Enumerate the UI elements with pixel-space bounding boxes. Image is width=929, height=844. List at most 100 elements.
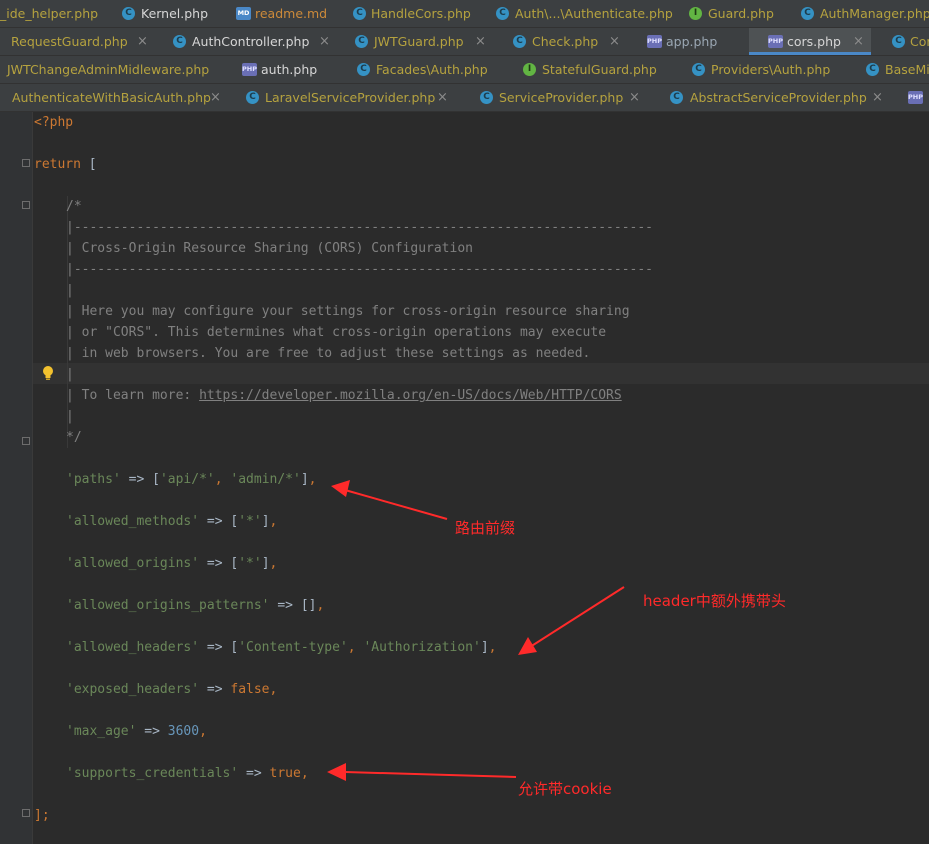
annotation-header-extra: header中额外携带头 bbox=[643, 592, 786, 610]
tab-label: ServiceProvider.php bbox=[499, 90, 624, 105]
comment-text: | To learn more: bbox=[66, 388, 200, 403]
php-file-icon bbox=[647, 35, 662, 48]
tab-providers-auth[interactable]: Providers\Auth.php bbox=[680, 56, 858, 83]
value: 'api/*' bbox=[159, 472, 215, 487]
class-icon bbox=[355, 35, 368, 48]
comment-line: |---------------------------------------… bbox=[66, 220, 653, 235]
php-file-icon bbox=[768, 35, 783, 48]
tab-label: auth.php bbox=[261, 62, 318, 77]
interface-icon bbox=[689, 7, 702, 20]
tab-cor-overflow[interactable]: Cor bbox=[874, 28, 929, 55]
tab-abstract-service-provider[interactable]: AbstractServiceProvider.php × bbox=[650, 84, 888, 111]
fold-marker-icon[interactable] bbox=[22, 201, 30, 209]
arrow-op: => bbox=[199, 640, 231, 655]
php-open-tag: <?php bbox=[34, 115, 74, 130]
tab-readme[interactable]: readme.md bbox=[230, 0, 342, 27]
comment-line: | Here you may configure your settings f… bbox=[66, 304, 630, 319]
tab-authenticate[interactable]: Auth\...\Authenticate.php bbox=[491, 0, 681, 27]
tab-label: cors.php bbox=[787, 34, 841, 49]
close-icon[interactable]: × bbox=[319, 28, 330, 55]
fold-marker-icon[interactable] bbox=[22, 809, 30, 817]
code-editor[interactable]: <?php return [ /* |---------------------… bbox=[0, 112, 929, 844]
config-allowed-headers: 'allowed_headers' => ['Content-type', 'A… bbox=[66, 640, 497, 655]
key: 'exposed_headers' bbox=[66, 682, 200, 697]
config-allowed-origins-patterns: 'allowed_origins_patterns' => [], bbox=[66, 598, 325, 613]
tab-label: app.php bbox=[666, 34, 718, 49]
comment-line-learn-more: | To learn more: https://developer.mozil… bbox=[66, 385, 622, 406]
arrow-op: => bbox=[269, 598, 301, 613]
tab-row-2: RequestGuard.php × AuthController.php × … bbox=[0, 28, 929, 56]
code-line-1: <?php bbox=[34, 112, 73, 133]
tab-app[interactable]: app.php bbox=[628, 28, 746, 55]
tab-check[interactable]: Check.php × bbox=[495, 28, 625, 55]
config-allowed-origins: 'allowed_origins' => ['*'], bbox=[66, 556, 278, 571]
tab-label: StatefulGuard.php bbox=[542, 62, 657, 77]
docs-link[interactable]: https://developer.mozilla.org/en-US/docs… bbox=[199, 388, 622, 403]
comment-line: | bbox=[66, 409, 74, 424]
tab-handle-cors[interactable]: HandleCors.php bbox=[346, 0, 486, 27]
tab-label: Check.php bbox=[532, 34, 599, 49]
tab-label: _ide_helper.php bbox=[0, 6, 99, 21]
comment-line: | in web browsers. You are free to adjus… bbox=[66, 346, 591, 361]
config-allowed-methods: 'allowed_methods' => ['*'], bbox=[66, 514, 278, 529]
class-icon bbox=[480, 91, 493, 104]
value: 'Authorization' bbox=[363, 640, 481, 655]
key: 'allowed_headers' bbox=[66, 640, 200, 655]
value: true bbox=[269, 766, 301, 781]
value: 'Content-type' bbox=[238, 640, 348, 655]
caret-line-highlight bbox=[33, 363, 929, 384]
tab-label: RequestGuard.php bbox=[11, 34, 128, 49]
comment-line: | Cross-Origin Resource Sharing (CORS) C… bbox=[66, 241, 473, 256]
close-icon[interactable]: × bbox=[872, 84, 883, 111]
tab-row-3: JWTChangeAdminMidleware.php auth.php Fac… bbox=[0, 56, 929, 84]
close-icon[interactable]: × bbox=[437, 84, 448, 111]
tab-label: AuthenticateWithBasicAuth.php bbox=[12, 90, 211, 105]
close-icon[interactable]: × bbox=[137, 28, 148, 55]
tab-ide-helper[interactable]: _ide_helper.php bbox=[0, 0, 110, 27]
tab-request-guard[interactable]: RequestGuard.php × bbox=[0, 28, 155, 55]
annotation-allow-cookie: 允许带cookie bbox=[518, 780, 612, 798]
close-icon[interactable]: × bbox=[853, 28, 864, 55]
close-icon[interactable]: × bbox=[609, 28, 620, 55]
close-icon[interactable]: × bbox=[475, 28, 486, 55]
tab-label: AuthController.php bbox=[192, 34, 310, 49]
tab-label: LaravelServiceProvider.php bbox=[265, 90, 436, 105]
value: false bbox=[230, 682, 270, 697]
tab-jwt-change-admin[interactable]: JWTChangeAdminMidleware.php bbox=[0, 56, 225, 83]
tab-guard[interactable]: Guard.php bbox=[684, 0, 790, 27]
class-icon bbox=[801, 7, 814, 20]
tab-label: BaseMi bbox=[885, 62, 929, 77]
tab-basemi-overflow[interactable]: BaseMi bbox=[861, 56, 929, 83]
tab-laravel-service-provider[interactable]: LaravelServiceProvider.php × bbox=[228, 84, 456, 111]
tab-authenticate-basic[interactable]: AuthenticateWithBasicAuth.php × bbox=[0, 84, 225, 111]
fold-marker-icon[interactable] bbox=[22, 437, 30, 445]
class-icon bbox=[173, 35, 186, 48]
fold-marker-icon[interactable] bbox=[22, 159, 30, 167]
tab-label: JWTGuard.php bbox=[374, 34, 464, 49]
tab-service-provider[interactable]: ServiceProvider.php × bbox=[459, 84, 647, 111]
arrow-op: => bbox=[199, 682, 231, 697]
tab-auth-manager[interactable]: AuthManager.php bbox=[794, 0, 929, 27]
tab-label: readme.md bbox=[255, 6, 328, 21]
tab-label: AbstractServiceProvider.php bbox=[690, 90, 867, 105]
code-close: ]; bbox=[34, 808, 50, 823]
class-icon bbox=[357, 63, 370, 76]
tab-jwt-guard[interactable]: JWTGuard.php × bbox=[355, 28, 492, 55]
open-bracket: [ bbox=[80, 157, 97, 172]
lightbulb-icon[interactable] bbox=[42, 365, 54, 381]
tab-auth[interactable]: auth.php bbox=[228, 56, 343, 83]
tab-php-overflow[interactable] bbox=[891, 84, 929, 111]
tab-auth-controller[interactable]: AuthController.php × bbox=[158, 28, 352, 55]
tab-label: JWTChangeAdminMidleware.php bbox=[7, 62, 210, 77]
close-icon[interactable]: × bbox=[210, 84, 221, 111]
tab-stateful-guard[interactable]: StatefulGuard.php bbox=[509, 56, 677, 83]
tab-row-1: _ide_helper.php Kernel.php readme.md Han… bbox=[0, 0, 929, 28]
value: 'admin/*' bbox=[230, 472, 301, 487]
php-file-icon bbox=[242, 63, 257, 76]
tab-facades-auth[interactable]: Facades\Auth.php bbox=[346, 56, 506, 83]
arrow-op: => bbox=[238, 766, 270, 781]
tab-kernel[interactable]: Kernel.php bbox=[113, 0, 227, 27]
close-icon[interactable]: × bbox=[629, 84, 640, 111]
tab-cors[interactable]: cors.php × bbox=[749, 28, 871, 55]
value: '*' bbox=[238, 556, 262, 571]
